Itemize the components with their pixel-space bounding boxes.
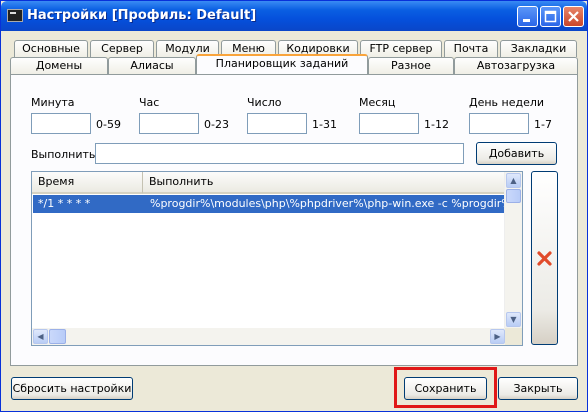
app-icon: [7, 9, 23, 22]
save-highlight-box: [394, 367, 497, 408]
tab-mail[interactable]: Почта: [444, 40, 498, 57]
month-input[interactable]: [359, 113, 419, 134]
vertical-scrollbar[interactable]: ▲ ▼: [504, 172, 522, 329]
weekday-range: 1-7: [534, 118, 552, 131]
hour-input[interactable]: [139, 113, 199, 134]
minute-input[interactable]: [31, 113, 91, 134]
month-label: Месяц: [359, 96, 396, 109]
tab-aliases[interactable]: Алиасы: [108, 57, 196, 74]
scroll-left-arrow-icon[interactable]: ◀: [33, 329, 48, 344]
settings-window: Настройки [Профиль: Default] Основные Се…: [0, 0, 588, 412]
tab-bookmarks[interactable]: Закладки: [500, 40, 577, 57]
scroll-down-arrow-icon[interactable]: ▼: [506, 312, 521, 327]
month-range: 1-12: [424, 118, 449, 131]
close-window-button[interactable]: [563, 6, 584, 27]
scroll-corner: [505, 328, 522, 345]
hour-range: 0-23: [204, 118, 229, 131]
tasks-list[interactable]: Время Выполнить */1 * * * * %progdir%\mo…: [31, 171, 523, 346]
tab-ftp-server[interactable]: FTP сервер: [360, 40, 442, 57]
reset-settings-button[interactable]: Сбросить настройки: [11, 377, 133, 400]
table-row[interactable]: */1 * * * * %progdir%\modules\php\%phpdr…: [33, 195, 507, 213]
close-button[interactable]: Закрыть: [498, 377, 578, 400]
scroll-right-arrow-icon[interactable]: ▶: [490, 329, 505, 344]
column-header-time[interactable]: Время: [32, 172, 143, 194]
tab-server[interactable]: Сервер: [90, 40, 154, 57]
window-title: Настройки [Профиль: Default]: [27, 8, 257, 23]
row-command: %progdir%\modules\php\%phpdriver%\php-wi…: [150, 197, 507, 210]
close-icon: [568, 11, 579, 22]
weekday-label: День недели: [469, 96, 545, 109]
execute-input[interactable]: [95, 143, 464, 164]
minute-label: Минута: [31, 96, 75, 109]
tab-domains[interactable]: Домены: [10, 57, 108, 74]
vertical-scroll-thumb[interactable]: [506, 189, 521, 203]
delete-x-icon: [537, 251, 552, 266]
maximize-icon: [544, 10, 557, 23]
hour-label: Час: [139, 96, 160, 109]
horizontal-scrollbar[interactable]: ◀ ▶: [32, 328, 506, 345]
day-label: Число: [247, 96, 282, 109]
row-time: */1 * * * *: [38, 197, 91, 210]
tab-osnovnye[interactable]: Основные: [14, 40, 88, 57]
delete-task-button[interactable]: [531, 171, 558, 345]
tab-misc[interactable]: Разное: [368, 57, 454, 74]
add-button[interactable]: Добавить: [476, 142, 557, 165]
day-input[interactable]: [247, 113, 307, 134]
minimize-icon: [523, 19, 530, 22]
scroll-up-arrow-icon[interactable]: ▲: [506, 173, 521, 188]
maximize-button[interactable]: [540, 6, 561, 27]
day-range: 1-31: [312, 118, 337, 131]
weekday-input[interactable]: [469, 113, 529, 134]
horizontal-scroll-thumb[interactable]: [49, 329, 66, 344]
minimize-button[interactable]: [517, 6, 538, 27]
execute-label: Выполнить: [31, 148, 96, 161]
column-header-execute[interactable]: Выполнить: [143, 172, 507, 194]
minute-range: 0-59: [96, 118, 121, 131]
tab-scheduler[interactable]: Планировщик заданий: [196, 54, 368, 74]
title-bar[interactable]: Настройки [Профиль: Default]: [1, 1, 587, 31]
tab-autoload[interactable]: Автозагрузка: [454, 57, 578, 74]
